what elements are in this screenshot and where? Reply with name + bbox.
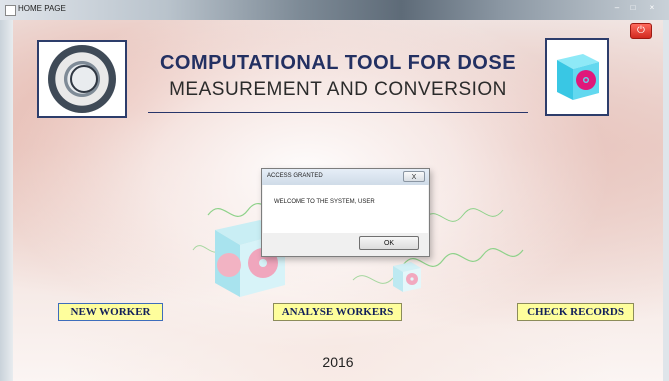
check-records-button[interactable]: CHECK RECORDS xyxy=(517,303,634,321)
dialog-ok-button[interactable]: OK xyxy=(359,236,419,250)
dialog-message: WELCOME TO THE SYSTEM, USER xyxy=(274,199,375,205)
window-controls: – □ × xyxy=(609,2,663,14)
title-divider xyxy=(148,112,528,113)
power-exit-button[interactable]: ⏻ xyxy=(630,23,652,39)
dialog-title: ACCESS GRANTED xyxy=(267,173,323,179)
analyse-workers-button[interactable]: ANALYSE WORKERS xyxy=(273,303,402,321)
radiation-cube-icon xyxy=(557,54,599,100)
footer-year: 2016 xyxy=(322,354,354,370)
new-worker-button[interactable]: NEW WORKER xyxy=(58,303,163,321)
window-title: HOME PAGE xyxy=(18,4,66,13)
left-window-edge xyxy=(0,20,13,381)
dialog-close-button[interactable]: X xyxy=(403,171,425,182)
minimize-icon[interactable]: – xyxy=(609,2,625,14)
main-content: COMPUTATIONAL TOOL FOR DOSE MEASUREMENT … xyxy=(13,20,663,381)
dialog-titlebar: ACCESS GRANTED X xyxy=(262,169,429,185)
app-icon xyxy=(5,5,16,16)
small-radiation-cube xyxy=(393,262,421,292)
maximize-icon[interactable]: □ xyxy=(625,2,641,14)
dialog-body: WELCOME TO THE SYSTEM, USER xyxy=(263,185,428,233)
right-window-edge xyxy=(663,20,669,381)
access-granted-dialog: ACCESS GRANTED X WELCOME TO THE SYSTEM, … xyxy=(261,168,430,257)
close-icon[interactable]: × xyxy=(641,2,663,14)
window-titlebar: HOME PAGE – □ × xyxy=(0,0,669,20)
radiation-logo-frame xyxy=(545,38,609,116)
